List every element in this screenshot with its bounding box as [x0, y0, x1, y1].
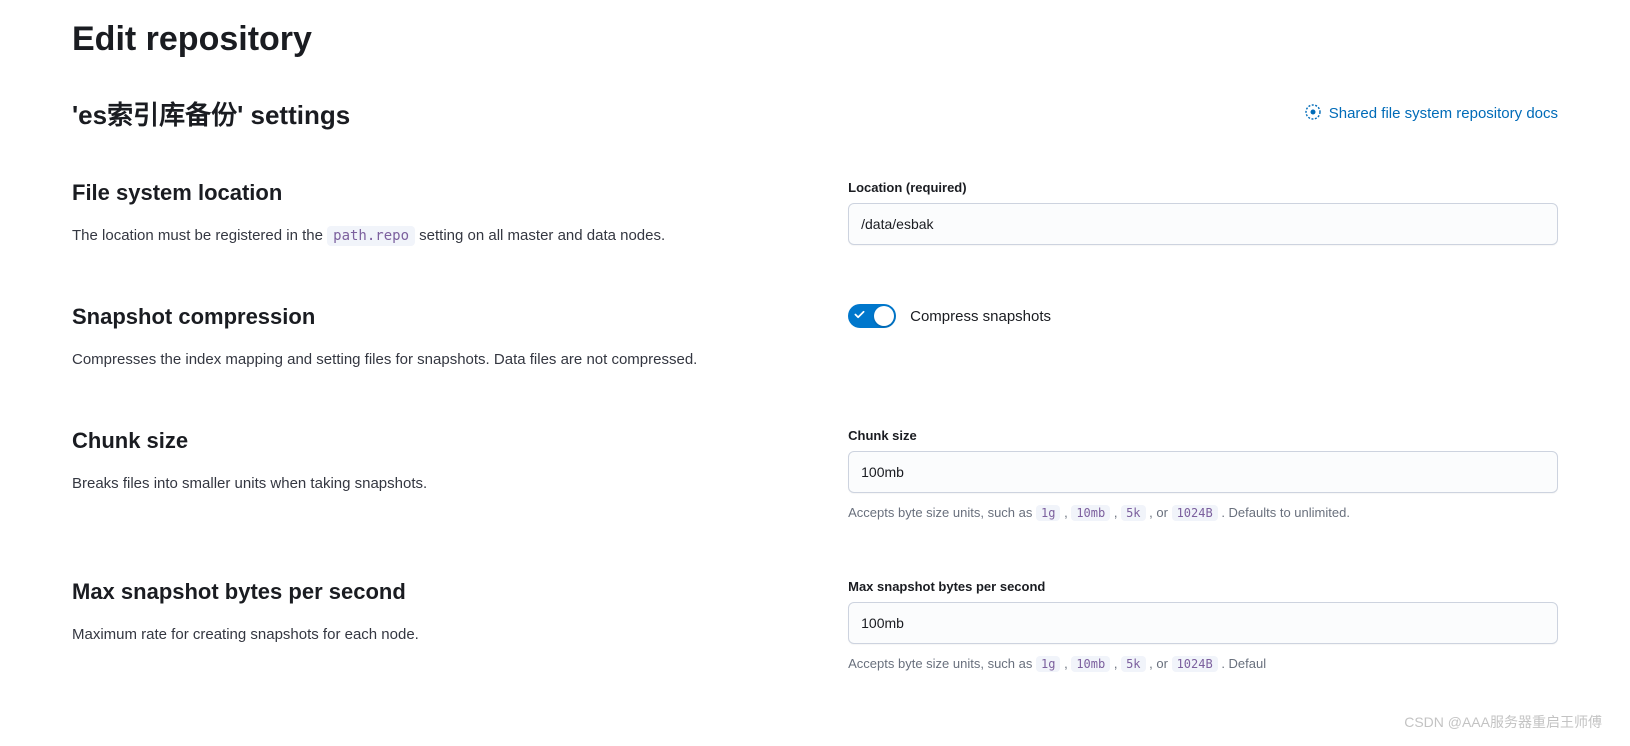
sep-bor: , or [1149, 656, 1171, 671]
input-location[interactable] [848, 203, 1558, 245]
code-path-repo: path.repo [327, 226, 415, 246]
code-1024b-b: 1024B [1172, 656, 1218, 672]
code-5k-b: 5k [1121, 656, 1145, 672]
sep-or: , or [1149, 505, 1171, 520]
watermark: CSDN @AAA服务器重启王师傅 [1404, 712, 1602, 732]
help-max-pre: Accepts byte size units, such as [848, 656, 1036, 671]
section-max-snapshot-bytes: Max snapshot bytes per second Maximum ra… [72, 579, 1558, 674]
desc-compression: Compresses the index mapping and setting… [72, 348, 800, 372]
desc-chunk-size: Breaks files into smaller units when tak… [72, 472, 800, 496]
docs-link-text: Shared file system repository docs [1329, 105, 1558, 122]
page-title: Edit repository [72, 20, 1558, 59]
heading-compression: Snapshot compression [72, 304, 800, 330]
input-chunk-size[interactable] [848, 451, 1558, 493]
switch-label-compression: Compress snapshots [910, 308, 1051, 325]
help-max-bytes: Accepts byte size units, such as 1g , 10… [848, 654, 1558, 674]
desc-location-pre: The location must be registered in the [72, 227, 327, 244]
code-10mb: 10mb [1071, 505, 1110, 521]
sep-b2: , [1114, 656, 1121, 671]
sep-2: , [1114, 505, 1121, 520]
help-chunk-pre: Accepts byte size units, such as [848, 505, 1036, 520]
help-max-post: . Defaul [1221, 656, 1266, 671]
code-10mb-b: 10mb [1071, 656, 1110, 672]
compress-snapshots-switch[interactable] [848, 304, 896, 328]
label-chunk-size: Chunk size [848, 428, 1558, 443]
check-icon [854, 309, 865, 323]
code-5k: 5k [1121, 505, 1145, 521]
code-1024b: 1024B [1172, 505, 1218, 521]
switch-row-compression: Compress snapshots [848, 304, 1558, 328]
section-chunk-size: Chunk size Breaks files into smaller uni… [72, 428, 1558, 523]
settings-header: 'es索引库备份' settings Shared file system re… [72, 95, 1558, 132]
heading-chunk-size: Chunk size [72, 428, 800, 454]
settings-title: 'es索引库备份' settings [72, 95, 350, 132]
label-max-bytes: Max snapshot bytes per second [848, 579, 1558, 594]
input-max-bytes[interactable] [848, 602, 1558, 644]
switch-knob [874, 306, 894, 326]
help-chunk-post: . Defaults to unlimited. [1221, 505, 1350, 520]
heading-location: File system location [72, 180, 800, 206]
desc-max-bytes: Maximum rate for creating snapshots for … [72, 623, 800, 647]
section-compression: Snapshot compression Compresses the inde… [72, 304, 1558, 372]
code-1g: 1g [1036, 505, 1060, 521]
label-location: Location (required) [848, 180, 1558, 195]
desc-location-post: setting on all master and data nodes. [419, 227, 665, 244]
help-icon [1305, 104, 1321, 124]
code-1g-b: 1g [1036, 656, 1060, 672]
desc-location: The location must be registered in the p… [72, 224, 800, 248]
heading-max-bytes: Max snapshot bytes per second [72, 579, 800, 605]
section-location: File system location The location must b… [72, 180, 1558, 248]
docs-link[interactable]: Shared file system repository docs [1305, 104, 1558, 124]
help-chunk-size: Accepts byte size units, such as 1g , 10… [848, 503, 1558, 523]
